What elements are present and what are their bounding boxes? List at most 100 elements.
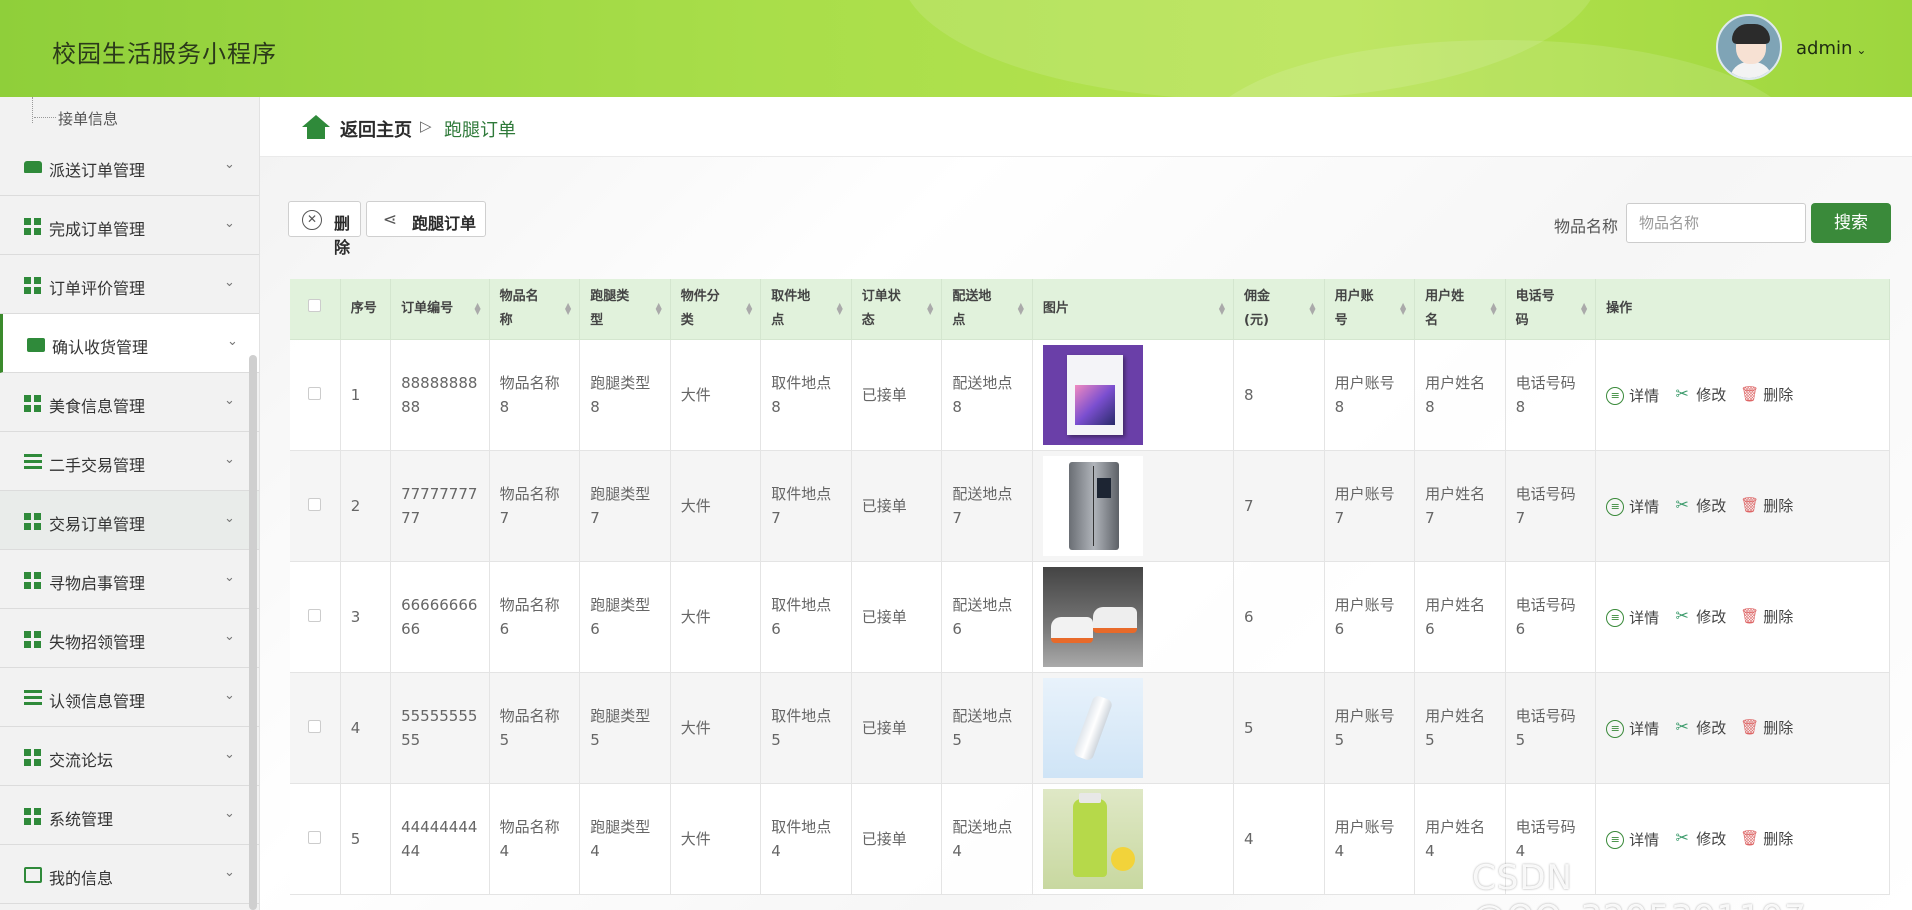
cell-category: 大件 bbox=[670, 339, 762, 451]
column-header-label: 图片 bbox=[1042, 300, 1069, 316]
cell-order-no: 55555555 55 bbox=[390, 672, 490, 784]
sidebar-item[interactable]: 寻物启事管理 ⌄ bbox=[0, 550, 259, 609]
column-header[interactable]: 序号 bbox=[340, 279, 392, 340]
cell-text: 用户姓名 bbox=[1425, 817, 1486, 836]
avatar[interactable] bbox=[1716, 14, 1782, 80]
cell-fee: 7 bbox=[1233, 450, 1325, 562]
cell-text: 7 bbox=[590, 508, 600, 527]
detail-button[interactable]: ≡ 详情 bbox=[1606, 828, 1659, 852]
column-header[interactable]: 物品名称 ▲ ▼ bbox=[489, 279, 581, 340]
row-checkbox[interactable] bbox=[308, 497, 322, 511]
detail-button[interactable]: ≡ 详情 bbox=[1606, 717, 1659, 741]
home-icon[interactable] bbox=[302, 115, 330, 139]
edit-button[interactable]: ✂ 修改 bbox=[1673, 605, 1726, 629]
sidebar-scrollbar[interactable] bbox=[249, 355, 257, 910]
sort-icon[interactable]: ▲ ▼ bbox=[1309, 302, 1315, 316]
sort-icon[interactable]: ▲ ▼ bbox=[1490, 302, 1496, 316]
table-row: 4 55555555 55 物品名称 5 跑腿类型 5 大件 取件地点 5 已接单 配送地点 5 5 用户账… bbox=[290, 672, 1890, 784]
detail-button-label: 详情 bbox=[1629, 608, 1660, 627]
select-all-cell bbox=[290, 279, 341, 340]
table-row: 1 88888888 88 物品名称 8 跑腿类型 8 大件 取件地点 8 已接单 配送地点 8 8 用户账… bbox=[290, 339, 1890, 451]
column-header[interactable]: 物件分类 ▲ ▼ bbox=[670, 279, 762, 340]
cell-text: 7 bbox=[1244, 496, 1254, 515]
delete-row-button-label: 删除 bbox=[1763, 829, 1794, 848]
edit-button[interactable]: ✂ 修改 bbox=[1673, 494, 1726, 518]
detail-button[interactable]: ≡ 详情 bbox=[1606, 384, 1659, 408]
column-header-label: 用户账 bbox=[1334, 288, 1374, 304]
edit-button[interactable]: ✂ 修改 bbox=[1673, 716, 1726, 740]
delete-row-button[interactable]: 🗑 删除 bbox=[1740, 827, 1793, 851]
edit-button[interactable]: ✂ 修改 bbox=[1673, 383, 1726, 407]
sort-icon[interactable]: ▲ ▼ bbox=[656, 302, 662, 316]
delete-row-button[interactable]: 🗑 删除 bbox=[1740, 605, 1793, 629]
sidebar-item[interactable]: 派送订单管理 ⌄ bbox=[0, 137, 259, 196]
delete-row-button[interactable]: 🗑 删除 bbox=[1740, 494, 1793, 518]
sidebar-subitem[interactable]: 接单信息 bbox=[0, 97, 259, 137]
cell-text: 已接单 bbox=[861, 718, 907, 737]
sidebar-item-label: 二手交易管理 bbox=[49, 456, 146, 475]
sidebar-item[interactable]: 确认收货管理 ⌄ bbox=[0, 314, 259, 373]
row-checkbox[interactable] bbox=[308, 386, 322, 400]
edit-button[interactable]: ✂ 修改 bbox=[1673, 827, 1726, 851]
cell-text: 6 bbox=[952, 619, 962, 638]
column-header[interactable]: 佣金 (元) ▲ ▼ bbox=[1233, 279, 1325, 340]
delete-row-button[interactable]: 🗑 删除 bbox=[1740, 383, 1793, 407]
delete-row-button[interactable]: 🗑 删除 bbox=[1740, 716, 1793, 740]
sidebar-item[interactable]: 交易订单管理 ⌄ bbox=[0, 491, 259, 550]
column-header[interactable]: 操作 bbox=[1595, 279, 1890, 340]
cell-account: 用户账号 4 bbox=[1324, 783, 1416, 895]
row-checkbox[interactable] bbox=[308, 719, 322, 733]
cell-text: 用户账号 bbox=[1334, 595, 1395, 614]
cell-username: 用户姓名 8 bbox=[1414, 339, 1506, 451]
sort-icon[interactable]: ▲ ▼ bbox=[837, 302, 843, 316]
row-checkbox[interactable] bbox=[308, 608, 322, 622]
column-header[interactable]: 用户姓名 ▲ ▼ bbox=[1414, 279, 1506, 340]
column-header[interactable]: 订单状态 ▲ ▼ bbox=[851, 279, 943, 340]
sidebar-item[interactable]: 订单评价管理 ⌄ bbox=[0, 255, 259, 314]
trash-icon: 🗑 bbox=[1740, 495, 1760, 514]
detail-button[interactable]: ≡ 详情 bbox=[1606, 606, 1659, 630]
grid-icon bbox=[24, 631, 42, 648]
sidebar-item[interactable]: 我的信息 ⌄ bbox=[0, 845, 259, 904]
sidebar-item[interactable]: 失物招领管理 ⌄ bbox=[0, 609, 259, 668]
sidebar-item[interactable]: 二手交易管理 ⌄ bbox=[0, 432, 259, 491]
select-all-checkbox[interactable] bbox=[308, 298, 322, 312]
sort-icon[interactable]: ▲ ▼ bbox=[1018, 302, 1024, 316]
sort-icon[interactable]: ▲ ▼ bbox=[927, 302, 933, 316]
sort-icon[interactable]: ▲ ▼ bbox=[746, 302, 752, 316]
grid-icon bbox=[24, 395, 42, 412]
row-checkbox[interactable] bbox=[308, 830, 322, 844]
cell-order-no: 88888888 88 bbox=[390, 339, 490, 451]
sidebar-item[interactable]: 美食信息管理 ⌄ bbox=[0, 373, 259, 432]
sidebar-item[interactable]: 交流论坛 ⌄ bbox=[0, 727, 259, 786]
search-input[interactable]: 物品名称 bbox=[1626, 203, 1806, 243]
sort-icon[interactable]: ▲ ▼ bbox=[1581, 302, 1587, 316]
column-header[interactable]: 取件地点 ▲ ▼ bbox=[760, 279, 852, 340]
breadcrumb-home-link[interactable]: 返回主页 bbox=[340, 116, 412, 142]
sidebar-item[interactable]: 认领信息管理 ⌄ bbox=[0, 668, 259, 727]
column-header[interactable]: 图片 ▲ ▼ bbox=[1032, 279, 1235, 340]
sidebar-item[interactable]: 完成订单管理 ⌄ bbox=[0, 196, 259, 255]
detail-button-label: 详情 bbox=[1629, 830, 1660, 849]
search-button[interactable]: 搜索 bbox=[1811, 203, 1891, 243]
column-header[interactable]: 跑腿类型 ▲ ▼ bbox=[579, 279, 671, 340]
delete-button[interactable]: ✕ 删除 bbox=[288, 201, 361, 257]
column-header[interactable]: 订单编号 ▲ ▼ bbox=[390, 279, 490, 340]
sort-icon[interactable]: ▲ ▼ bbox=[1400, 302, 1406, 316]
column-header[interactable]: 配送地点 ▲ ▼ bbox=[941, 279, 1033, 340]
sort-icon[interactable]: ▲ ▼ bbox=[475, 302, 481, 316]
column-header[interactable]: 电话号码 ▲ ▼ bbox=[1505, 279, 1597, 340]
cell-text: 6 bbox=[771, 619, 781, 638]
column-header-label: 订单状 bbox=[861, 288, 901, 304]
cell-category: 大件 bbox=[670, 450, 762, 562]
sort-icon[interactable]: ▲ ▼ bbox=[565, 302, 571, 316]
sort-icon[interactable]: ▲ ▼ bbox=[1219, 302, 1225, 316]
detail-button[interactable]: ≡ 详情 bbox=[1606, 495, 1659, 519]
cell-image bbox=[1032, 561, 1235, 673]
sidebar-item[interactable]: 系统管理 ⌄ bbox=[0, 786, 259, 845]
cell-text: 用户姓名 bbox=[1425, 373, 1486, 392]
column-header[interactable]: 用户账号 ▲ ▼ bbox=[1324, 279, 1416, 340]
export-button[interactable]: ⋖ 跑腿订单 bbox=[366, 201, 486, 237]
sidebar-item-label: 失物招领管理 bbox=[49, 633, 146, 652]
user-menu[interactable]: admin ⌄ bbox=[1796, 38, 1866, 59]
